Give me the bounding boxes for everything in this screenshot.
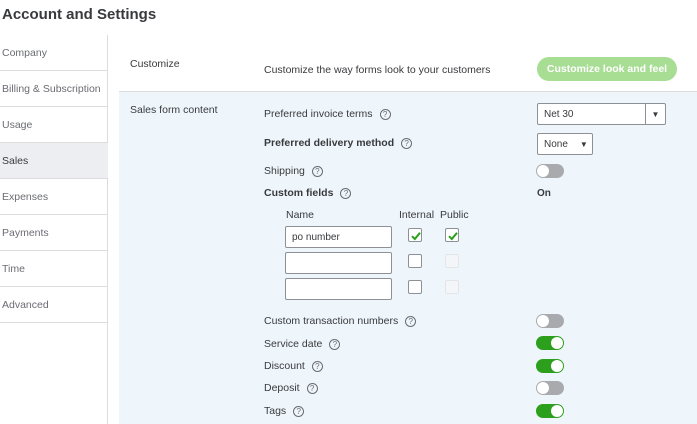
customize-look-and-feel-button[interactable]: Customize look and feel [537,57,677,81]
custom-field-public-checkbox-2 [445,254,459,268]
column-header-internal: Internal [399,209,435,221]
invoice-terms-select[interactable]: Net 30 ▼ [537,103,666,125]
custom-field-internal-checkbox-1[interactable] [408,228,422,242]
custom-field-name-input-1[interactable] [285,226,392,248]
toggle-knob [537,382,549,394]
toggle-knob [537,315,549,327]
sales-form-content-title: Sales form content [130,104,218,116]
service-date-label: Service date? [264,338,341,350]
shipping-label: Shipping? [264,165,323,177]
custom-fields-status: On [537,188,551,199]
toggle-knob [551,360,563,372]
settings-sidebar: Company Billing & Subscription Usage Sal… [0,35,108,424]
sidebar-item-label: Billing & Subscription [2,82,101,95]
sidebar-item-sales[interactable]: Sales [0,143,108,179]
custom-fields-label: Custom fields? [264,187,352,199]
service-date-toggle[interactable] [536,336,564,350]
custom-field-name-input-3[interactable] [285,278,392,300]
custom-field-internal-checkbox-3[interactable] [408,280,422,294]
help-icon[interactable]: ? [379,109,391,120]
sidebar-item-usage[interactable]: Usage [0,107,108,143]
page-title: Account and Settings [2,6,157,23]
toggle-knob [537,165,549,177]
help-icon[interactable]: ? [293,406,305,417]
customize-section-title: Customize [130,58,180,70]
sidebar-item-label: Company [2,46,47,59]
column-header-public: Public [440,209,469,221]
checkmark-icon [411,232,421,241]
column-header-name: Name [286,209,315,221]
custom-field-internal-checkbox-2[interactable] [408,254,422,268]
delivery-method-value: None [544,138,568,150]
sidebar-item-payments[interactable]: Payments [0,215,108,251]
help-icon[interactable]: ? [311,166,323,177]
checkmark-icon [448,232,458,241]
help-icon[interactable]: ? [405,316,417,327]
custom-transaction-numbers-label: Custom transaction numbers? [264,315,417,327]
sidebar-item-billing[interactable]: Billing & Subscription [0,71,108,107]
sidebar-item-label: Expenses [2,190,49,203]
sidebar-item-advanced[interactable]: Advanced [0,287,108,323]
sidebar-item-label: Usage [2,118,33,131]
sidebar-item-expenses[interactable]: Expenses [0,179,108,215]
deposit-toggle[interactable] [536,381,564,395]
customize-description: Customize the way forms look to your cus… [264,64,491,76]
caret-down-icon: ▼ [579,139,588,149]
sidebar-item-time[interactable]: Time [0,251,108,287]
sidebar-item-label: Advanced [2,298,49,311]
discount-toggle[interactable] [536,359,564,373]
custom-field-name-input-2[interactable] [285,252,392,274]
discount-label: Discount? [264,360,323,372]
help-icon[interactable]: ? [340,188,352,199]
sidebar-item-label: Payments [2,226,49,239]
invoice-terms-label: Preferred invoice terms? [264,108,391,120]
sidebar-item-label: Time [2,262,25,275]
custom-field-public-checkbox-1[interactable] [445,228,459,242]
sidebar-item-label: Sales [2,154,29,167]
toggle-knob [551,337,563,349]
help-icon[interactable]: ? [401,138,413,149]
delivery-method-label: Preferred delivery method? [264,137,413,149]
delivery-method-select[interactable]: None ▼ [537,133,593,155]
sidebar-item-company[interactable]: Company [0,35,108,71]
caret-down-icon: ▼ [645,104,665,124]
help-icon[interactable]: ? [306,383,318,394]
tags-toggle[interactable] [536,404,564,418]
shipping-toggle[interactable] [536,164,564,178]
custom-transaction-numbers-toggle[interactable] [536,314,564,328]
custom-field-public-checkbox-3 [445,280,459,294]
toggle-knob [551,405,563,417]
tags-label: Tags? [264,405,305,417]
invoice-terms-value: Net 30 [544,108,574,120]
deposit-label: Deposit? [264,382,318,394]
help-icon[interactable]: ? [311,361,323,372]
help-icon[interactable]: ? [329,339,341,350]
